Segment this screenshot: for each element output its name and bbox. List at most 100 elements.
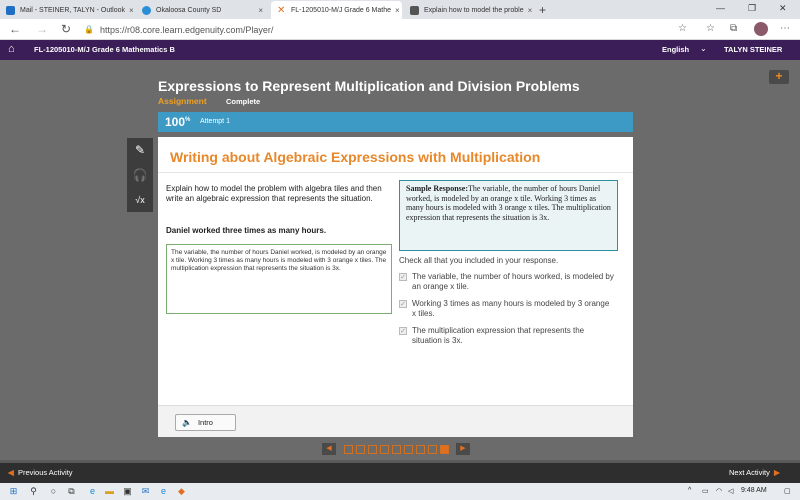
expand-plus-button[interactable]: + xyxy=(769,70,789,84)
activity-card: Writing about Algebraic Expressions with… xyxy=(158,137,633,437)
tab-search[interactable]: Explain how to model the proble × xyxy=(404,1,537,19)
page-icon xyxy=(410,5,419,15)
close-icon[interactable]: × xyxy=(254,6,263,15)
address-bar[interactable]: 🔒 https://r08.core.learn.edgenuity.com/P… xyxy=(84,21,644,38)
network-icon[interactable]: ▭ xyxy=(702,487,709,495)
course-title[interactable]: FL-1205010-M/J Grade 6 Mathematics B xyxy=(34,45,175,54)
checkbox[interactable]: ✓ xyxy=(399,327,407,335)
collections-icon[interactable]: ⧉ xyxy=(730,23,737,34)
prev-page-icon[interactable]: ◀ xyxy=(322,443,336,455)
file-explorer-icon[interactable]: ▬ xyxy=(104,486,115,497)
tab-edgenuity-player[interactable]: ✕ FL-1205010-M/J Grade 6 Mathe × xyxy=(271,1,402,19)
page-box[interactable] xyxy=(355,444,365,454)
checkbox[interactable]: ✓ xyxy=(399,273,407,281)
app-icon[interactable]: ◆ xyxy=(176,486,187,497)
close-icon[interactable]: × xyxy=(391,6,400,15)
checklist-item[interactable]: ✓ Working 3 times as many hours is model… xyxy=(399,299,614,319)
attempt-label: Attempt 1 xyxy=(200,118,230,125)
page-box[interactable] xyxy=(403,444,413,454)
search-icon[interactable]: ⚲ xyxy=(28,486,39,497)
reload-icon[interactable]: ↻ xyxy=(61,22,71,36)
tool-panel: ✎ 🎧 √x xyxy=(127,138,153,212)
question-prompt: Explain how to model the problem with al… xyxy=(166,184,382,203)
progress-bar: 100% Attempt 1 xyxy=(158,112,633,132)
reading-view-icon[interactable]: ☆ xyxy=(678,23,687,34)
url-text: https://r08.core.learn.edgenuity.com/Pla… xyxy=(99,24,274,35)
browser-toolbar: ← → ↻ 🔒 https://r08.core.learn.edgenuity… xyxy=(0,19,800,40)
clock[interactable]: 9:48 AM xyxy=(741,487,767,494)
back-icon[interactable]: ← xyxy=(9,22,21,36)
checklist-item-label: Working 3 times as many hours is modeled… xyxy=(412,299,610,318)
edgenuity-icon: ✕ xyxy=(277,4,286,16)
favorites-icon[interactable]: ☆ xyxy=(706,23,715,34)
minimize-icon[interactable]: — xyxy=(716,3,725,13)
activity-nav-bar: ◀ Previous Activity Next Activity ▶ xyxy=(0,463,800,483)
activity-status: Complete xyxy=(226,97,261,106)
tab-label: Okaloosa County SD xyxy=(156,6,222,14)
volume-icon[interactable]: ◁ xyxy=(728,487,733,495)
intro-label: Intro xyxy=(197,418,213,427)
pencil-icon[interactable]: ✎ xyxy=(127,138,153,162)
store-icon[interactable]: ▣ xyxy=(122,486,133,497)
problem-statement: Daniel worked three times as many hours. xyxy=(166,226,327,235)
checklist-item-label: The multiplication expression that repre… xyxy=(412,326,585,345)
profile-avatar[interactable] xyxy=(754,22,768,36)
notifications-icon[interactable]: ▢ xyxy=(784,487,791,495)
activity-body: Explain how to model the problem with al… xyxy=(158,174,633,405)
task-view-icon[interactable]: ⧉ xyxy=(66,486,77,497)
page-box[interactable] xyxy=(343,444,353,454)
page-box[interactable] xyxy=(379,444,389,454)
intro-button[interactable]: 🔈 Intro xyxy=(175,414,236,431)
menu-dots-icon[interactable]: ⋯ xyxy=(780,23,790,34)
close-icon[interactable]: × xyxy=(524,6,533,15)
response-textarea[interactable]: The variable, the number of hours Daniel… xyxy=(166,244,392,314)
os-taskbar: ⊞ ⚲ ○ ⧉ e ▬ ▣ ✉ e ◆ ^ ▭ ◠ ◁ 9:48 AM ▢ xyxy=(0,483,800,500)
next-activity-button[interactable]: Next Activity ▶ xyxy=(729,468,780,477)
maximize-icon[interactable]: ❐ xyxy=(748,3,756,14)
previous-activity-button[interactable]: ◀ Previous Activity xyxy=(8,468,73,477)
wifi-icon[interactable]: ◠ xyxy=(716,487,722,495)
window-close-icon[interactable]: ✕ xyxy=(779,3,787,14)
checklist-item[interactable]: ✓ The multiplication expression that rep… xyxy=(399,326,614,346)
edge-icon[interactable]: e xyxy=(87,486,98,497)
activity-type: Assignment xyxy=(158,96,207,106)
site-icon xyxy=(142,5,151,15)
page-box[interactable] xyxy=(427,444,437,454)
tab-label: Explain how to model the proble xyxy=(424,6,524,14)
site-header: ⌂ FL-1205010-M/J Grade 6 Mathematics B E… xyxy=(0,40,800,60)
language-selector[interactable]: English xyxy=(662,45,689,54)
windows-start-icon[interactable]: ⊞ xyxy=(8,486,19,497)
tab-label: Mail - STEINER, TALYN - Outlook xyxy=(20,6,126,14)
chevron-down-icon[interactable]: ⌄ xyxy=(700,44,707,53)
checklist-item[interactable]: ✓ The variable, the number of hours work… xyxy=(399,272,614,292)
user-name[interactable]: TALYN STEINER xyxy=(724,45,782,54)
tab-okaloosa[interactable]: Okaloosa County SD × xyxy=(136,1,269,19)
tray-chevron-icon[interactable]: ^ xyxy=(688,487,691,494)
activity-title: Writing about Algebraic Expressions with… xyxy=(170,149,541,165)
home-icon[interactable]: ⌂ xyxy=(8,43,15,55)
page-box[interactable] xyxy=(391,444,401,454)
mail-icon[interactable]: ✉ xyxy=(140,486,151,497)
new-tab-button[interactable]: + xyxy=(539,3,546,17)
checklist-prompt: Check all that you included in your resp… xyxy=(399,256,559,265)
cortana-icon[interactable]: ○ xyxy=(48,486,59,497)
close-icon[interactable]: × xyxy=(125,6,133,15)
activity-title-bar: Writing about Algebraic Expressions with… xyxy=(158,137,633,173)
checklist-item-label: The variable, the number of hours worked… xyxy=(412,272,614,291)
checkbox[interactable]: ✓ xyxy=(399,300,407,308)
lesson-title: Expressions to Represent Multiplication … xyxy=(158,78,580,94)
activity-footer: 🔈 Intro xyxy=(158,405,633,437)
next-page-icon[interactable]: ▶ xyxy=(456,443,470,455)
outlook-icon xyxy=(6,5,15,15)
page-box[interactable] xyxy=(415,444,425,454)
page-box[interactable] xyxy=(367,444,377,454)
speaker-icon: 🔈 xyxy=(182,418,192,427)
tab-outlook[interactable]: Mail - STEINER, TALYN - Outlook × xyxy=(0,1,133,19)
forward-icon[interactable]: → xyxy=(36,22,48,36)
browser-tab-strip: Mail - STEINER, TALYN - Outlook × Okaloo… xyxy=(0,0,800,19)
headphones-icon[interactable]: 🎧 xyxy=(127,163,153,187)
page-box-current[interactable] xyxy=(439,444,449,454)
calculator-icon[interactable]: √x xyxy=(127,188,153,212)
edge-browser-icon[interactable]: e xyxy=(158,486,169,497)
chevron-right-icon: ▶ xyxy=(774,468,780,477)
